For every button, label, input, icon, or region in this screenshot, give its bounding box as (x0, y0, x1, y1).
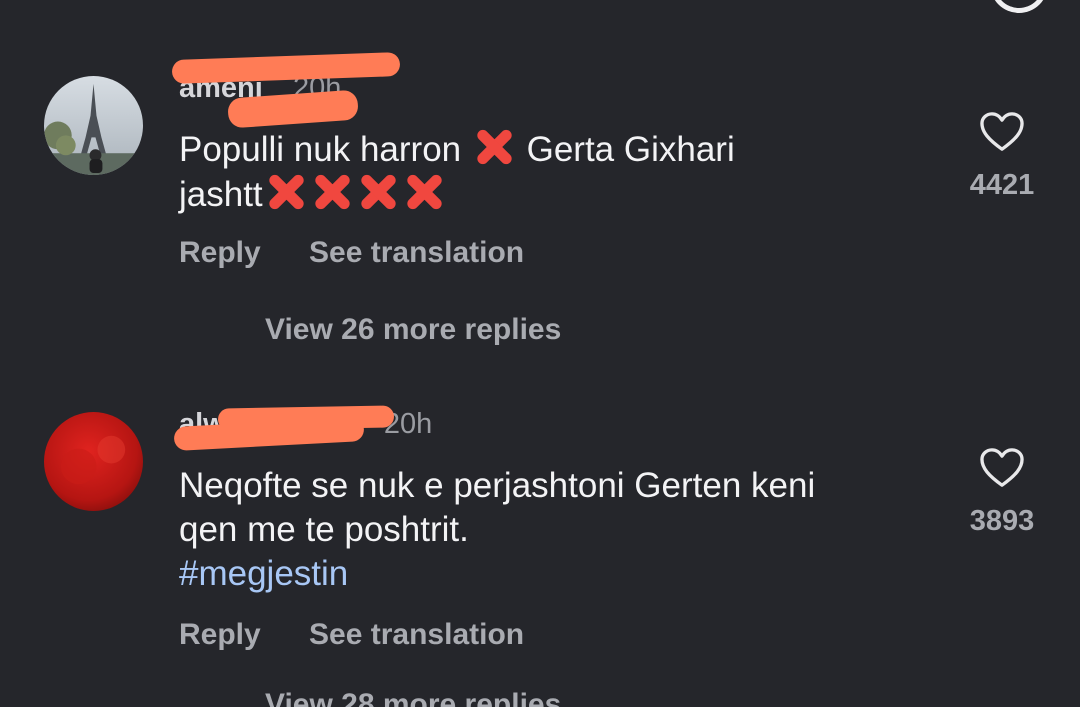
comment-actions: Reply See translation (179, 618, 564, 652)
comment-text-line: Neqofte se nuk e perjashtoni Gerten keni (179, 466, 816, 505)
like-count: 3893 (969, 505, 1035, 537)
heart-outline-icon[interactable] (979, 447, 1025, 489)
cross-mark-icon (356, 172, 400, 212)
view-more-replies-button[interactable]: View 26 more replies (265, 313, 561, 347)
comment-text: Neqofte se nuk e perjashtoni Gerten keni… (179, 464, 919, 596)
comment-text-line: qen me te poshtrit. (179, 510, 469, 549)
like-column: 3893 (960, 447, 1044, 538)
top-partial-icon[interactable] (990, 0, 1048, 13)
comment-text-part: Gerta Gixhari (526, 130, 735, 169)
avatar-photo-red (44, 412, 143, 511)
comment-actions: Reply See translation (179, 236, 564, 270)
comment-text-part: jashtt (179, 175, 263, 214)
comments-screen: ameni 20h Populli nuk harron Gerta Gixha… (0, 0, 1080, 707)
see-translation-button[interactable]: See translation (309, 236, 524, 270)
view-more-replies-button[interactable]: View 28 more replies (265, 688, 561, 707)
avatar[interactable] (44, 76, 143, 175)
like-count: 4421 (969, 169, 1035, 201)
reply-button[interactable]: Reply (179, 618, 261, 652)
heart-outline-icon[interactable] (979, 111, 1025, 153)
cross-mark-icon (264, 172, 308, 212)
comment-text-part: Populli nuk harron (179, 130, 462, 169)
reply-button[interactable]: Reply (179, 236, 261, 270)
like-column: 4421 (960, 111, 1044, 202)
avatar[interactable] (44, 412, 143, 511)
comment-text: Populli nuk harron Gerta Gixhari jashtt (179, 127, 919, 217)
see-translation-button[interactable]: See translation (309, 618, 524, 652)
cross-mark-icon (472, 127, 516, 167)
cross-mark-icon (402, 172, 446, 212)
redaction-mark (171, 52, 401, 84)
cross-mark-icon (310, 172, 354, 212)
hashtag-link[interactable]: #megjestin (179, 552, 919, 596)
avatar-photo-eiffel (44, 76, 143, 175)
